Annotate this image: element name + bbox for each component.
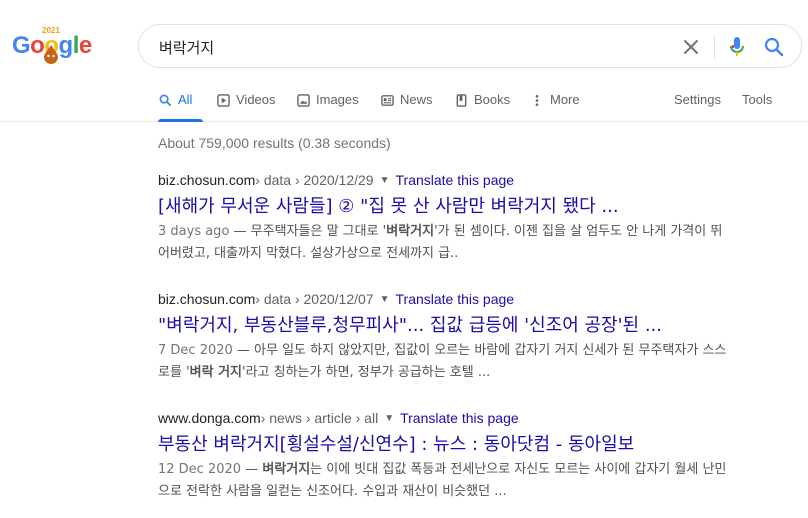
logo-letter: e <box>78 32 92 59</box>
tab-all[interactable]: All <box>158 92 203 122</box>
tab-settings-label: Settings <box>674 92 721 107</box>
more-vert-icon <box>530 93 544 107</box>
result-path: › data › 2020/12/07 <box>255 291 374 307</box>
tab-news-label: News <box>400 92 433 107</box>
clear-button[interactable] <box>679 35 703 59</box>
tab-more[interactable]: More <box>530 92 580 122</box>
voice-search-button[interactable] <box>725 34 749 60</box>
search-tabs: All Videos Images News Books More Settin… <box>148 88 808 122</box>
search-result: biz.chosun.com › data › 2020/12/07 ▼ Tra… <box>158 289 808 384</box>
snippet-text: — <box>241 462 263 477</box>
search-icon <box>764 37 784 57</box>
result-stats: About 759,000 results (0.38 seconds) <box>158 135 391 151</box>
search-divider <box>714 35 715 59</box>
result-domain[interactable]: biz.chosun.com <box>158 172 255 188</box>
snippet-text: — 무주택자들은 말 그대로 ' <box>229 224 387 239</box>
search-icon <box>158 93 172 107</box>
tab-more-label: More <box>550 92 580 107</box>
result-domain[interactable]: biz.chosun.com <box>158 291 255 307</box>
tab-images[interactable]: Images <box>296 92 359 122</box>
result-title-link[interactable]: 부동산 벼락거지[횡설수설/신연수] : 뉴스 : 동아닷컴 - 동아일보 <box>158 433 808 457</box>
search-button[interactable] <box>761 34 787 60</box>
image-icon <box>296 93 310 107</box>
tab-books[interactable]: Books <box>454 92 510 122</box>
doodle-year: 2021 <box>42 26 60 35</box>
result-date: 12 Dec 2020 <box>158 462 242 477</box>
logo-letter: g <box>58 32 74 59</box>
result-cite: www.donga.com › news › article › all ▼ T… <box>158 408 808 428</box>
translate-link[interactable]: Translate this page <box>400 410 519 426</box>
result-date: 7 Dec 2020 <box>158 343 233 358</box>
translate-link[interactable]: Translate this page <box>396 172 515 188</box>
result-title-link[interactable]: [새해가 무서운 사람들] ② "집 못 산 사람만 벼락거지 됐다 ... <box>158 195 808 219</box>
snippet-highlight: 벼락거지 <box>386 224 435 239</box>
result-snippet: 3 days ago — 무주택자들은 말 그대로 '벼락거지'가 된 셈이다.… <box>158 221 730 265</box>
snippet-highlight: 벼락 거지 <box>189 365 243 380</box>
result-cite: biz.chosun.com › data › 2020/12/29 ▼ Tra… <box>158 170 808 190</box>
result-path: › data › 2020/12/29 <box>255 172 374 188</box>
result-date: 3 days ago <box>158 224 230 239</box>
result-domain[interactable]: www.donga.com <box>158 410 261 426</box>
result-snippet: 12 Dec 2020 — 벼락거지는 이에 빗대 집값 폭등과 전세난으로 자… <box>158 459 730 503</box>
close-icon <box>684 40 698 54</box>
tab-all-label: All <box>178 92 193 107</box>
search-result: biz.chosun.com › data › 2020/12/29 ▼ Tra… <box>158 170 808 265</box>
doodle-drop-icon <box>44 45 58 64</box>
result-snippet: 7 Dec 2020 — 아무 일도 하지 않았지만, 집값이 오르는 바람에 … <box>158 340 730 384</box>
search-input[interactable] <box>159 36 659 58</box>
snippet-highlight: 벼락거지 <box>262 462 311 477</box>
google-doodle-logo[interactable]: Google 2021 <box>12 26 92 64</box>
tab-tools[interactable]: Tools <box>742 92 772 122</box>
mic-icon <box>730 37 744 56</box>
translate-link[interactable]: Translate this page <box>396 291 515 307</box>
tab-images-label: Images <box>316 92 359 107</box>
caret-down-icon[interactable]: ▼ <box>380 175 390 186</box>
tab-videos-label: Videos <box>236 92 276 107</box>
search-result: www.donga.com › news › article › all ▼ T… <box>158 408 808 503</box>
result-path: › news › article › all <box>260 410 379 426</box>
tab-settings[interactable]: Settings <box>674 92 721 122</box>
video-icon <box>216 93 230 107</box>
logo-letter: G <box>12 32 31 59</box>
tab-tools-label: Tools <box>742 92 773 107</box>
snippet-text: '라고 칭하는가 하면, 정부가 공급하는 호텔 ... <box>242 365 491 380</box>
result-title-link[interactable]: "벼락거지, 부동산블루,청무피사"... 집값 급등에 '신조어 공장'된 .… <box>158 314 808 338</box>
news-icon <box>380 93 394 107</box>
caret-down-icon[interactable]: ▼ <box>384 413 394 424</box>
tab-books-label: Books <box>474 92 511 107</box>
caret-down-icon[interactable]: ▼ <box>380 294 390 305</box>
tab-videos[interactable]: Videos <box>216 92 276 122</box>
tab-news[interactable]: News <box>380 92 433 122</box>
book-icon <box>454 93 468 107</box>
search-box <box>138 24 802 68</box>
header: Google 2021 벼락거지 All Videos Images News … <box>0 0 808 122</box>
result-cite: biz.chosun.com › data › 2020/12/07 ▼ Tra… <box>158 289 808 309</box>
